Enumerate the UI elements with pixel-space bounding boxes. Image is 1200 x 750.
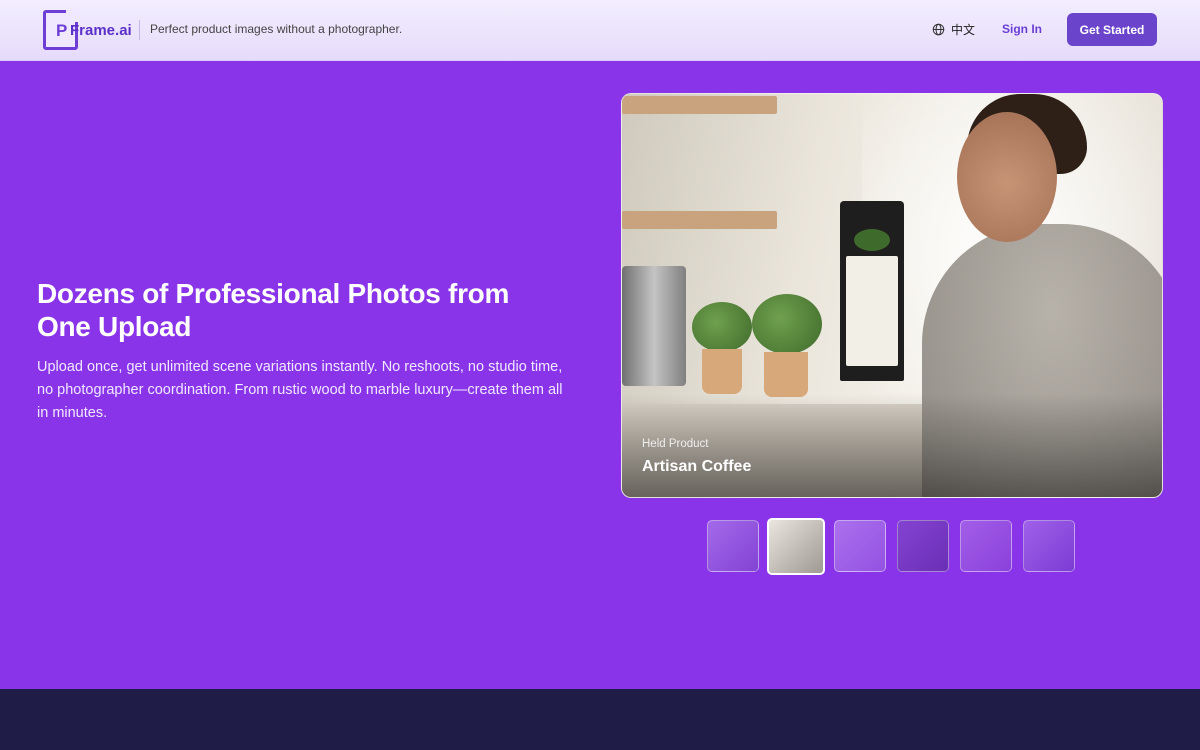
globe-icon [932,23,945,36]
language-label: 中文 [951,23,976,37]
coffee-machine-illustration [622,266,686,386]
top-nav: P Frame.ai Perfect product images withou… [0,0,1200,61]
thumbnail-1[interactable] [707,520,759,572]
hero-title: Dozens of Professional Photos from One U… [37,278,510,342]
showcase-caption-title: Artisan Coffee [642,458,752,475]
showcase-caption-label: Held Product [642,438,709,450]
thumbnail-4[interactable] [897,520,949,572]
thumbnail-5[interactable] [960,520,1012,572]
logo[interactable]: P Frame.ai [43,10,132,50]
thumbnail-2-active[interactable] [767,518,825,575]
coffee-bag-illustration [840,201,904,381]
header-divider [139,20,140,40]
logo-letter: P [56,21,68,40]
logo-wordmark: Frame.ai [70,22,132,39]
next-section-band [0,689,1200,750]
hero-description: Upload once, get unlimited scene variati… [37,359,563,421]
tagline: Perfect product images without a photogr… [150,22,403,36]
sign-in-link[interactable]: Sign In [1002,22,1042,36]
hero-section: Dozens of Professional Photos from One U… [0,61,1200,689]
thumbnail-6[interactable] [1023,520,1075,572]
showcase-image: Held Product Artisan Coffee [621,93,1163,498]
thumbnail-strip [707,518,1087,575]
thumbnail-3[interactable] [834,520,886,572]
get-started-button[interactable]: Get Started [1067,13,1157,46]
language-switcher[interactable]: 中文 [932,21,975,38]
